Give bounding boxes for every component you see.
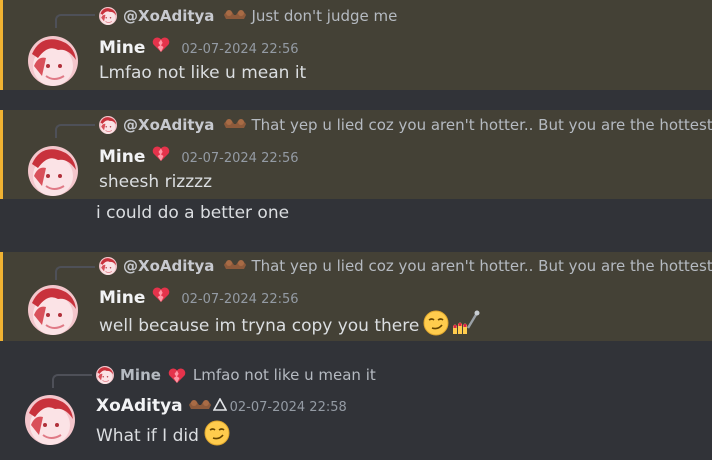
reply-spine bbox=[55, 14, 95, 28]
reply-spine bbox=[55, 124, 95, 138]
timestamp[interactable]: 02-07-2024 22:56 bbox=[181, 292, 298, 307]
reply-avatar[interactable] bbox=[99, 257, 117, 275]
username[interactable]: Mine bbox=[99, 38, 145, 58]
heart-icon bbox=[151, 145, 171, 162]
reply-preview[interactable]: @XoAditya Just don't judge me bbox=[99, 5, 397, 27]
message-header: Mine 02-07-2024 22:56 bbox=[99, 36, 299, 58]
message-group[interactable]: @XoAditya Just don't judge me Mine 02-07… bbox=[0, 0, 712, 90]
message-content: well because im tryna copy you there bbox=[99, 315, 420, 336]
username[interactable]: XoAditya bbox=[96, 396, 183, 416]
timestamp[interactable]: 02-07-2024 22:56 bbox=[181, 151, 298, 166]
triangle-icon bbox=[212, 396, 227, 415]
avatar[interactable] bbox=[28, 36, 78, 86]
reply-text[interactable]: Just don't judge me bbox=[251, 7, 397, 25]
reply-author[interactable]: @XoAditya bbox=[123, 116, 214, 134]
message-content: sheesh rizzzz bbox=[99, 172, 212, 192]
reply-author[interactable]: Mine bbox=[120, 366, 161, 384]
flexed-arms-icon bbox=[223, 116, 247, 134]
timestamp[interactable]: 02-07-2024 22:58 bbox=[230, 400, 347, 415]
reply-avatar[interactable] bbox=[99, 116, 117, 134]
message-continuation[interactable]: i could do a better one bbox=[0, 199, 712, 235]
reply-preview[interactable]: @XoAditya That yep u lied coz you aren't… bbox=[99, 114, 712, 136]
reply-spine bbox=[52, 374, 92, 388]
flexed-arms-icon bbox=[223, 257, 247, 275]
message-content: Lmfao not like u mean it bbox=[99, 63, 307, 83]
smirking-face-icon[interactable] bbox=[423, 310, 449, 341]
message-body: What if I did bbox=[96, 420, 230, 451]
reply-preview[interactable]: @XoAditya That yep u lied coz you aren't… bbox=[99, 255, 712, 277]
reply-author[interactable]: @XoAditya bbox=[123, 7, 214, 25]
avatar[interactable] bbox=[25, 395, 75, 445]
reply-text[interactable]: That yep u lied coz you aren't hotter.. … bbox=[251, 116, 712, 134]
reply-author[interactable]: @XoAditya bbox=[123, 257, 214, 275]
message-content: What if I did bbox=[96, 425, 199, 446]
avatar[interactable] bbox=[28, 146, 78, 196]
message-group[interactable]: @XoAditya That yep u lied coz you aren't… bbox=[0, 110, 712, 199]
reply-avatar[interactable] bbox=[96, 366, 114, 384]
reply-text[interactable]: That yep u lied coz you aren't hotter.. … bbox=[251, 257, 712, 275]
message-group[interactable]: @XoAditya That yep u lied coz you aren't… bbox=[0, 252, 712, 341]
message-group[interactable]: Mine Lmfao not like u mean it XoAditya 0… bbox=[0, 360, 712, 460]
flexed-arms-icon bbox=[223, 7, 247, 25]
username[interactable]: Mine bbox=[99, 288, 145, 308]
reply-avatar[interactable] bbox=[99, 7, 117, 25]
message-header: XoAditya 02-07-2024 22:58 bbox=[96, 396, 347, 416]
message-body: well because im tryna copy you there bbox=[99, 310, 480, 341]
message-header: Mine 02-07-2024 22:56 bbox=[99, 145, 299, 167]
nail-polish-icon[interactable] bbox=[450, 310, 480, 341]
reply-spine bbox=[55, 266, 95, 280]
heart-icon bbox=[151, 286, 171, 303]
username[interactable]: Mine bbox=[99, 147, 145, 167]
reply-preview[interactable]: Mine Lmfao not like u mean it bbox=[96, 364, 376, 386]
heart-icon bbox=[151, 36, 171, 53]
heart-icon bbox=[167, 367, 187, 384]
message-header: Mine 02-07-2024 22:56 bbox=[99, 286, 299, 308]
reply-text[interactable]: Lmfao not like u mean it bbox=[193, 366, 376, 384]
flexed-arms-icon bbox=[188, 396, 212, 415]
smirking-face-icon[interactable] bbox=[204, 420, 230, 451]
avatar[interactable] bbox=[28, 285, 78, 335]
timestamp[interactable]: 02-07-2024 22:56 bbox=[181, 42, 298, 57]
message-content: i could do a better one bbox=[96, 203, 290, 223]
